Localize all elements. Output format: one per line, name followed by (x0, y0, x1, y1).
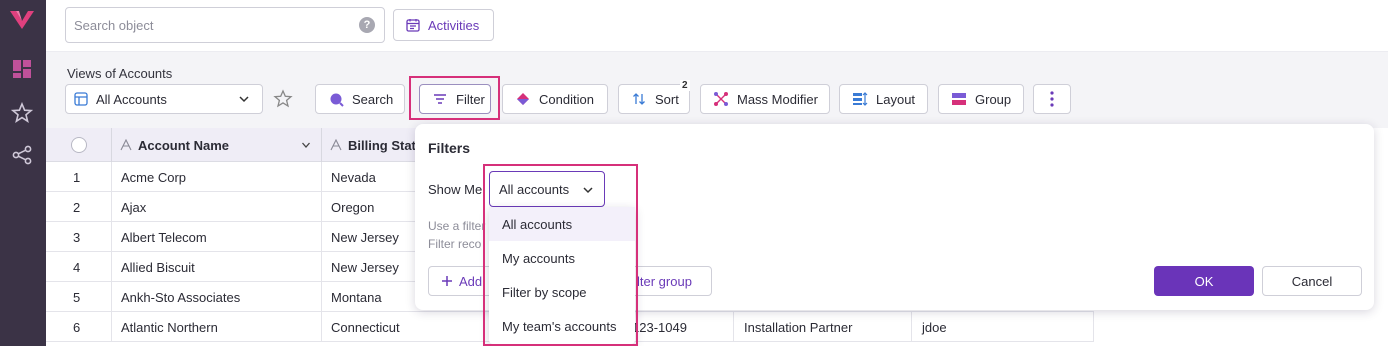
chevron-down-icon[interactable] (301, 140, 311, 150)
chevron-down-icon (583, 187, 593, 194)
view-selector[interactable]: All Accounts (65, 84, 263, 114)
table-view-icon (74, 92, 88, 106)
row-number: 4 (46, 252, 112, 282)
row-number: 3 (46, 222, 112, 252)
activities-button[interactable]: Activities (393, 9, 494, 41)
search-button[interactable]: Search (315, 84, 405, 114)
mass-modifier-icon (713, 91, 729, 107)
favorite-view-star-icon[interactable] (273, 89, 293, 109)
option-filter-by-scope[interactable]: Filter by scope (489, 275, 635, 309)
help-line: Filter reco (428, 237, 482, 251)
favorites-star-icon[interactable] (11, 102, 33, 124)
column-label: Billing State (348, 137, 424, 153)
sort-count-badge: 2 (680, 80, 690, 91)
row-number: 2 (46, 192, 112, 222)
search-button-label: Search (352, 91, 394, 107)
layout-icon (852, 91, 868, 107)
option-my-teams-accounts[interactable]: My team's accounts (489, 309, 635, 343)
account-name-cell[interactable]: Allied Biscuit (112, 252, 322, 282)
account-name-cell[interactable]: Acme Corp (112, 162, 322, 192)
condition-button[interactable]: Condition (502, 84, 608, 114)
more-options-button[interactable] (1033, 84, 1071, 114)
column-header-account-name[interactable]: Account Name (112, 128, 322, 162)
group-button-label: Group (975, 91, 1012, 107)
view-selector-value: All Accounts (96, 91, 167, 107)
sort-arrows-icon (631, 91, 647, 107)
sort-button-label: Sort (655, 91, 679, 107)
filters-help-text: Use a filter Filter reco (428, 217, 485, 253)
search-icon (328, 91, 344, 107)
add-filter-group-label[interactable]: lter group (637, 274, 692, 289)
help-icon[interactable]: ? (359, 17, 375, 33)
group-icon (951, 91, 967, 107)
paint-bucket-icon (515, 91, 531, 107)
layout-button-label: Layout (876, 91, 916, 107)
account-name-cell[interactable]: Ankh-Sto Associates (112, 282, 322, 312)
account-name-cell[interactable]: Atlantic Northern (112, 312, 322, 342)
views-toolbar: Views of Accounts All Accounts Search Fi… (46, 52, 1388, 128)
share-network-icon[interactable] (11, 144, 33, 166)
row-number: 6 (46, 312, 112, 342)
show-me-dropdown: All accounts My accounts Filter by scope… (489, 207, 635, 344)
show-me-label: Show Me (428, 182, 483, 197)
mass-modifier-button[interactable]: Mass Modifier (700, 84, 830, 114)
row-number: 1 (46, 162, 112, 192)
filter-button-label: Filter (456, 91, 485, 107)
account-name-cell[interactable]: Albert Telecom (112, 222, 322, 252)
text-type-icon (120, 139, 132, 151)
app-logo[interactable] (8, 9, 36, 31)
filter-icon (432, 91, 448, 107)
option-all-accounts[interactable]: All accounts (489, 207, 635, 241)
mass-modifier-label: Mass Modifier (737, 91, 818, 107)
views-label: Views of Accounts (67, 66, 173, 81)
activities-label: Activities (428, 17, 480, 33)
plus-icon (442, 276, 452, 286)
help-line: Use a filter (428, 219, 486, 233)
select-all-checkbox[interactable] (70, 137, 87, 153)
cancel-button[interactable]: Cancel (1262, 266, 1362, 296)
add-filter-label: Add (459, 273, 483, 289)
ok-button[interactable]: OK (1154, 266, 1254, 296)
layout-button[interactable]: Layout (839, 84, 928, 114)
search-box[interactable]: ? (65, 7, 385, 43)
show-me-select[interactable]: All accounts (489, 171, 605, 207)
condition-button-label: Condition (539, 91, 594, 107)
owner-cell[interactable]: jdoe (912, 312, 1094, 342)
search-input[interactable] (74, 16, 344, 34)
filters-title: Filters (428, 140, 471, 156)
account-name-cell[interactable]: Ajax (112, 192, 322, 222)
option-my-accounts[interactable]: My accounts (489, 241, 635, 275)
calendar-icon (406, 19, 420, 32)
dashboard-icon[interactable] (11, 58, 33, 80)
column-label: Account Name (138, 137, 230, 153)
show-me-value: All accounts (499, 181, 570, 197)
type-cell[interactable]: Installation Partner (734, 312, 912, 342)
phone-cell[interactable]: 123-1049 (622, 312, 734, 342)
row-number: 5 (46, 282, 112, 312)
text-type-icon (330, 139, 342, 151)
chevron-down-icon (239, 96, 249, 103)
group-button[interactable]: Group (938, 84, 1024, 114)
more-vertical-icon (1050, 91, 1054, 107)
filter-button[interactable]: Filter (419, 84, 491, 114)
top-bar: ? Activities (46, 0, 1388, 52)
select-all-checkbox-cell (46, 128, 112, 162)
left-rail (0, 0, 46, 346)
